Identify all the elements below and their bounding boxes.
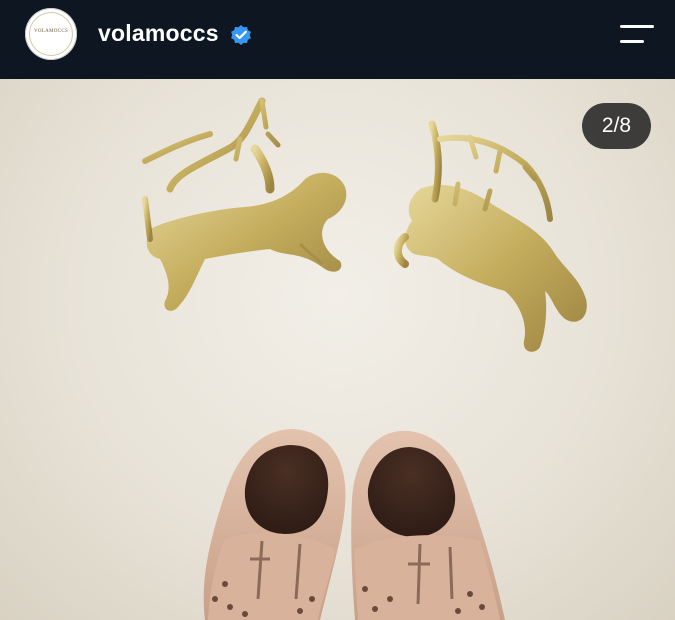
menu-line-bottom — [620, 40, 644, 43]
baby-moccasins — [203, 429, 505, 620]
avatar-ring — [29, 12, 73, 56]
avatar[interactable]: VOLAMOCCS — [25, 8, 77, 60]
menu-line-top — [620, 25, 654, 28]
left-reindeer-figurine — [142, 97, 347, 311]
right-reindeer-figurine — [393, 120, 587, 352]
photo-illustration — [142, 97, 587, 620]
verified-badge-icon — [231, 25, 251, 45]
carousel-counter: 2/8 — [582, 103, 651, 149]
username-link[interactable]: volamoccs — [98, 20, 219, 47]
avatar-logo-text: VOLAMOCCS — [33, 29, 69, 34]
hamburger-menu-icon[interactable] — [614, 20, 658, 50]
profile-header: VOLAMOCCS volamoccs — [0, 0, 675, 79]
post-photo[interactable]: 2/8 — [0, 79, 675, 620]
